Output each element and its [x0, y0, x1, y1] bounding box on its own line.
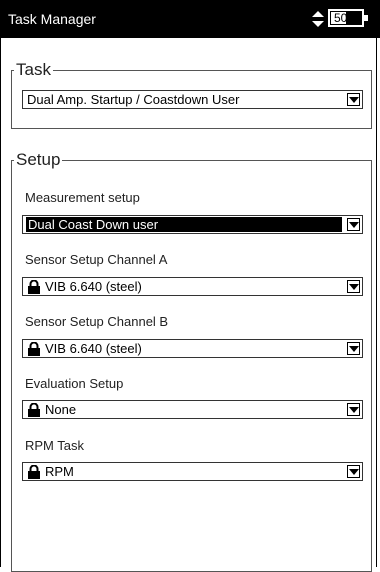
rpm-task-label: RPM Task — [25, 438, 84, 453]
lock-icon — [28, 465, 40, 479]
measurement-setup-label: Measurement setup — [25, 190, 140, 205]
dropdown-arrow-icon[interactable] — [347, 465, 360, 478]
sensor-channel-a-value: VIB 6.640 (steel) — [45, 279, 142, 294]
title-bar: Task Manager 50% — [0, 0, 380, 38]
battery-indicator: 50% — [328, 9, 368, 27]
evaluation-setup-label: Evaluation Setup — [25, 376, 124, 391]
dropdown-arrow-icon[interactable] — [347, 403, 360, 416]
rpm-task-value: RPM — [45, 464, 74, 479]
measurement-setup-select[interactable]: Dual Coast Down user — [22, 215, 363, 234]
task-select[interactable]: Dual Amp. Startup / Coastdown User — [22, 90, 363, 109]
sensor-channel-b-select[interactable]: VIB 6.640 (steel) — [22, 339, 363, 358]
battery-nub — [364, 15, 368, 21]
lock-icon — [28, 280, 40, 294]
dropdown-arrow-icon[interactable] — [347, 280, 360, 293]
rpm-task-select[interactable]: RPM — [22, 462, 363, 481]
evaluation-setup-select[interactable]: None — [22, 400, 363, 419]
window-title: Task Manager — [8, 11, 96, 27]
evaluation-setup-value: None — [45, 402, 77, 417]
battery-text: 50% — [333, 11, 359, 25]
sensor-channel-a-select[interactable]: VIB 6.640 (steel) — [22, 277, 363, 296]
setup-legend: Setup — [16, 150, 61, 169]
dropdown-arrow-icon[interactable] — [347, 218, 360, 231]
setup-group: Setup — [11, 150, 372, 572]
dropdown-arrow-icon[interactable] — [347, 342, 360, 355]
measurement-setup-value: Dual Coast Down user — [26, 217, 342, 232]
scroll-updown-icon — [312, 11, 324, 27]
lock-icon — [28, 403, 40, 417]
sensor-channel-b-label: Sensor Setup Channel B — [25, 314, 169, 329]
task-legend: Task — [16, 60, 51, 79]
task-select-value: Dual Amp. Startup / Coastdown User — [27, 92, 240, 107]
main-panel: Task Dual Amp. Startup / Coastdown User … — [0, 38, 377, 572]
sensor-channel-b-value: VIB 6.640 (steel) — [45, 341, 142, 356]
dropdown-arrow-icon[interactable] — [347, 93, 360, 106]
lock-icon — [28, 342, 40, 356]
sensor-channel-a-label: Sensor Setup Channel A — [25, 252, 168, 267]
